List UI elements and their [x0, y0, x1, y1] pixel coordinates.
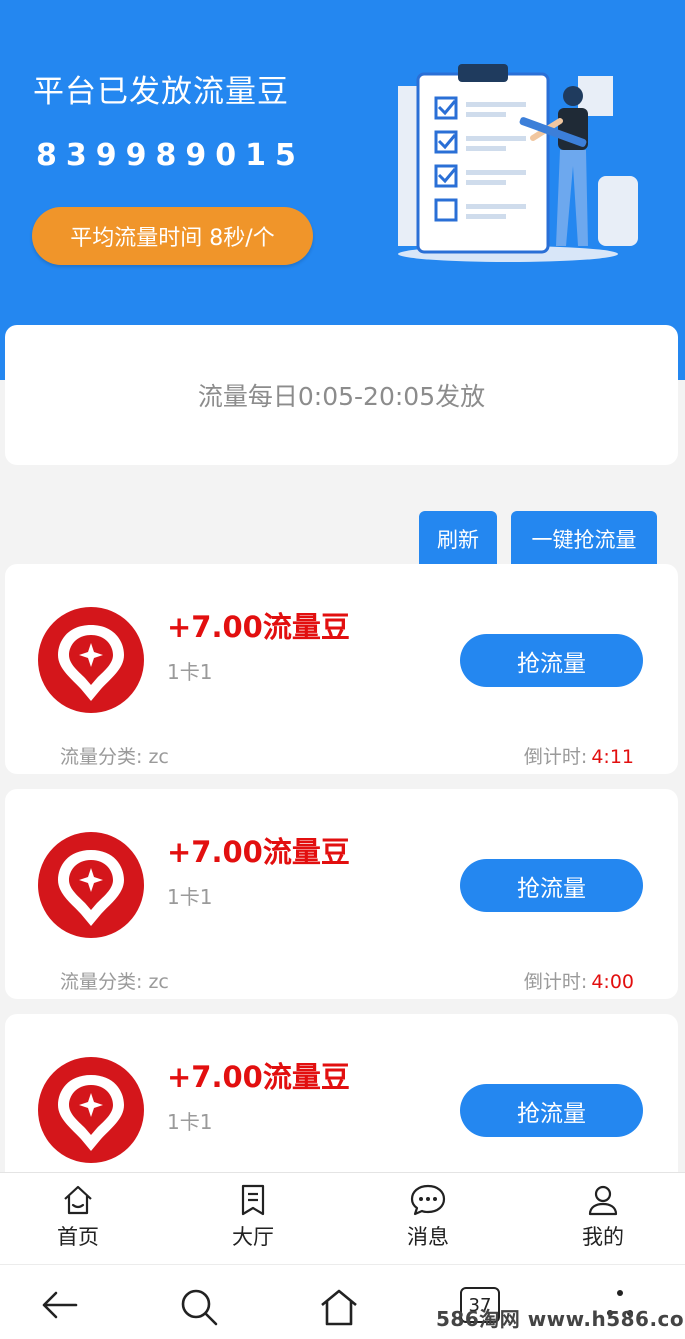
- category-value: zc: [148, 971, 169, 993]
- reward-ratio: 1卡1: [167, 885, 213, 909]
- search-icon[interactable]: [179, 1287, 219, 1327]
- total-issued-count: 839989015: [36, 138, 305, 173]
- tab-messages-label: 消息: [407, 1225, 449, 1249]
- grab-button[interactable]: 抢流量: [460, 1084, 643, 1137]
- grab-button[interactable]: 抢流量: [460, 634, 643, 687]
- tab-hall-label: 大厅: [232, 1225, 274, 1249]
- countdown-info: 倒计时: 4:11: [524, 742, 634, 769]
- tab-home[interactable]: 首页: [28, 1183, 128, 1263]
- countdown-info: 倒计时: 4:00: [524, 967, 634, 994]
- countdown-label: 倒计时:: [523, 971, 588, 993]
- grab-all-button[interactable]: 一键抢流量: [511, 511, 657, 566]
- traffic-card: +7.00流量豆 1卡1 抢流量 流量分类: zc 倒计时: 4:00: [5, 789, 678, 999]
- bookmark-list-icon: [241, 1184, 265, 1216]
- reward-ratio: 1卡1: [167, 660, 213, 684]
- chat-bubble-icon: [410, 1184, 446, 1216]
- reward-ratio: 1卡1: [167, 1110, 213, 1134]
- release-time-notice: 流量每日0:05-20:05发放: [5, 325, 678, 465]
- home-outline-icon[interactable]: [318, 1287, 360, 1327]
- brand-logo-icon: [38, 832, 144, 938]
- tab-home-label: 首页: [57, 1225, 99, 1249]
- category-label: 流量分类:: [60, 971, 143, 993]
- tab-profile-label: 我的: [582, 1225, 624, 1249]
- home-icon: [64, 1185, 92, 1215]
- site-watermark: 586淘网 www.h586.com: [436, 1307, 685, 1331]
- hero-header: 平台已发放流量豆 839989015 平均流量时间 8秒/个: [0, 0, 685, 380]
- avg-time-badge: 平均流量时间 8秒/个: [32, 207, 313, 265]
- refresh-button[interactable]: 刷新: [419, 511, 497, 566]
- notice-text: 流量每日0:05-20:05发放: [197, 382, 486, 411]
- traffic-card: +7.00流量豆 1卡1 抢流量 流量分类: zc 倒计时: 4:11: [5, 564, 678, 774]
- category-info: 流量分类: zc: [60, 967, 169, 994]
- reward-amount: +7.00流量豆: [167, 610, 350, 644]
- grab-button[interactable]: 抢流量: [460, 859, 643, 912]
- checklist-illustration: [398, 64, 638, 262]
- reward-amount: +7.00流量豆: [167, 835, 350, 869]
- user-icon: [588, 1185, 618, 1216]
- countdown-time: 4:00: [591, 971, 634, 993]
- countdown-label: 倒计时:: [523, 746, 588, 768]
- tab-messages[interactable]: 消息: [378, 1183, 478, 1263]
- countdown-time: 4:11: [591, 746, 634, 768]
- back-arrow-icon[interactable]: [40, 1287, 80, 1323]
- bottom-tab-bar: 首页 大厅 消息 我的: [0, 1172, 685, 1264]
- tab-profile[interactable]: 我的: [553, 1183, 653, 1263]
- category-value: zc: [148, 746, 169, 768]
- brand-logo-icon: [38, 607, 144, 713]
- category-info: 流量分类: zc: [60, 742, 169, 769]
- page-title: 平台已发放流量豆: [33, 74, 289, 110]
- category-label: 流量分类:: [60, 746, 143, 768]
- reward-amount: +7.00流量豆: [167, 1060, 350, 1094]
- tab-hall[interactable]: 大厅: [203, 1183, 303, 1263]
- brand-logo-icon: [38, 1057, 144, 1163]
